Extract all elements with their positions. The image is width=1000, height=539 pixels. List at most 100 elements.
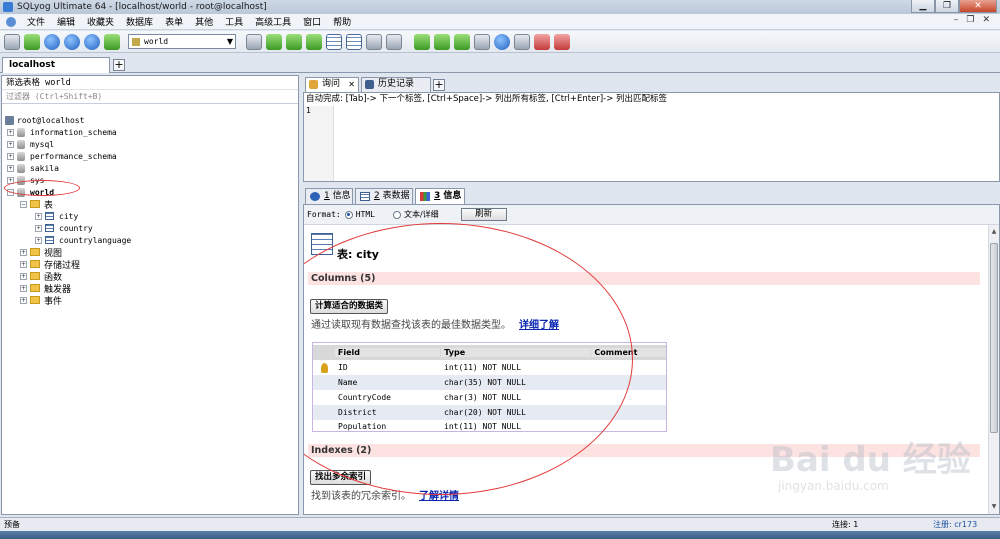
filter-input[interactable]: 过滤器 (Ctrl+Shift+B) (2, 90, 298, 104)
scroll-up-icon[interactable]: ▲ (990, 228, 998, 237)
menu-advanced-tools[interactable]: 高级工具 (249, 15, 297, 28)
format-html-radio[interactable] (344, 210, 353, 219)
tree-folder-views[interactable]: + 视图 (20, 246, 62, 259)
tree-db-sys[interactable]: + sys (7, 174, 44, 186)
expand-icon[interactable]: + (20, 284, 27, 292)
mdi-close-icon[interactable]: ✕ (982, 15, 990, 25)
tab-messages[interactable]: 1 信息 (305, 188, 353, 204)
expand-icon[interactable]: + (7, 140, 14, 148)
menu-edit[interactable]: 编辑 (51, 15, 81, 28)
restore-icon[interactable] (286, 33, 302, 50)
learn-details-link[interactable]: 了解详情 (419, 491, 459, 502)
find-redundant-index-button[interactable]: 找出多余索引 (310, 470, 372, 485)
new-query-icon[interactable] (24, 33, 40, 50)
folder-icon (30, 248, 40, 256)
menu-favorites[interactable]: 收藏夹 (81, 15, 120, 28)
scroll-down-icon[interactable]: ▼ (990, 503, 998, 512)
vertical-scrollbar[interactable]: ▲ ▼ (988, 225, 999, 514)
connection-tab-localhost[interactable]: localhost (2, 57, 110, 73)
menu-help[interactable]: 帮助 (327, 15, 357, 28)
status-registration[interactable]: 注册: cr173 (933, 518, 977, 531)
collapse-icon[interactable]: − (20, 200, 27, 208)
migration-icon[interactable] (434, 33, 450, 50)
tree-db-sakila[interactable]: + sakila (7, 162, 59, 174)
expand-icon[interactable]: + (20, 260, 27, 268)
expand-icon[interactable]: + (35, 224, 42, 232)
learn-more-link[interactable]: 详细了解 (519, 320, 559, 331)
menu-file[interactable]: 文件 (21, 15, 51, 28)
tree-root[interactable]: root@localhost (5, 114, 84, 126)
sync-icon[interactable] (414, 33, 430, 50)
query-icon (309, 80, 318, 89)
add-query-tab-button[interactable]: + (433, 79, 445, 91)
tree-table-country[interactable]: + country (35, 222, 93, 234)
server-icon (5, 115, 14, 125)
notes-icon[interactable] (386, 33, 402, 50)
tree-table-city[interactable]: + city (35, 210, 78, 222)
close-button[interactable]: ✕ (959, 0, 997, 13)
redundant-index-icon[interactable] (534, 33, 550, 50)
expand-icon[interactable]: + (7, 152, 14, 160)
tab-query[interactable]: 询问 ✕ (305, 77, 359, 92)
menu-database[interactable]: 数据库 (120, 15, 159, 28)
tree-folder-functions[interactable]: + 函数 (20, 270, 62, 283)
maximize-button[interactable]: ❐ (935, 0, 959, 13)
expand-icon[interactable]: + (7, 164, 14, 172)
collapse-icon[interactable]: − (7, 188, 14, 196)
data-sync-icon[interactable] (474, 33, 490, 50)
query-builder-icon[interactable] (366, 33, 382, 50)
query-editor[interactable]: 自动完成: [Tab]-> 下一个标签, [Ctrl+Space]-> 列出所有… (303, 92, 1000, 182)
expand-icon[interactable]: + (35, 212, 42, 220)
tree-folder-triggers[interactable]: + 触发器 (20, 282, 71, 295)
database-select[interactable]: world ▼ (128, 34, 236, 49)
minimize-button[interactable]: ▁ (911, 0, 935, 13)
format-text-radio[interactable] (392, 210, 401, 219)
user-manager-icon[interactable] (246, 33, 262, 50)
folder-icon (30, 272, 40, 280)
menu-window[interactable]: 窗口 (297, 15, 327, 28)
table-row: District char(20) NOT NULL (313, 405, 666, 420)
refresh-icon[interactable] (104, 33, 120, 50)
tree-folder-events[interactable]: + 事件 (20, 294, 62, 307)
tree-folder-tables[interactable]: − 表 (20, 198, 53, 211)
add-connection-tab-button[interactable]: + (113, 59, 125, 71)
expand-icon[interactable]: + (35, 236, 42, 244)
schema-designer-icon[interactable] (346, 33, 362, 50)
expand-icon[interactable]: + (7, 128, 14, 136)
monitor-icon[interactable] (494, 33, 510, 50)
menu-other[interactable]: 其他 (189, 15, 219, 28)
execute-all-icon[interactable] (64, 33, 80, 50)
expand-icon[interactable]: + (20, 296, 27, 304)
menu-tools[interactable]: 工具 (219, 15, 249, 28)
tree-db-mysql[interactable]: + mysql (7, 138, 54, 150)
job-agent-icon[interactable] (454, 33, 470, 50)
expand-icon[interactable]: + (20, 248, 27, 256)
import-icon[interactable] (306, 33, 322, 50)
tab-info[interactable]: 3 信息 (415, 188, 465, 204)
calc-datatype-button[interactable]: 计算适合的数据类 (310, 299, 389, 314)
tab-history[interactable]: 历史记录 (361, 77, 431, 92)
tree-folder-procedures[interactable]: + 存储过程 (20, 258, 80, 271)
database-icon (17, 139, 25, 149)
tree-db-performance-schema[interactable]: + performance_schema (7, 150, 117, 162)
mdi-restore-icon[interactable]: ❐ (966, 15, 974, 25)
close-tab-icon[interactable]: ✕ (348, 78, 355, 91)
execute-icon[interactable] (44, 33, 60, 50)
backup-icon[interactable] (266, 33, 282, 50)
expand-icon[interactable]: + (20, 272, 27, 280)
expand-icon[interactable]: + (7, 176, 14, 184)
mdi-minimize-icon[interactable]: – (954, 15, 959, 25)
tree-table-countrylanguage[interactable]: + countrylanguage (35, 234, 131, 246)
schema-compare-icon[interactable] (554, 33, 570, 50)
tab-table-data[interactable]: 2 表数据 (355, 188, 413, 204)
new-connection-icon[interactable] (4, 33, 20, 50)
profiler-icon[interactable] (514, 33, 530, 50)
menu-table[interactable]: 表单 (159, 15, 189, 28)
refresh-button[interactable]: 刷新 (460, 208, 507, 221)
stop-icon[interactable] (84, 33, 100, 50)
tree-db-information-schema[interactable]: + information_schema (7, 126, 117, 138)
columns-table: Field Type Comment ID int(11) NOT NULL N… (312, 342, 667, 432)
scroll-thumb[interactable] (990, 243, 998, 433)
table-data-icon[interactable] (326, 33, 342, 50)
tree-db-world[interactable]: − world (7, 186, 54, 198)
